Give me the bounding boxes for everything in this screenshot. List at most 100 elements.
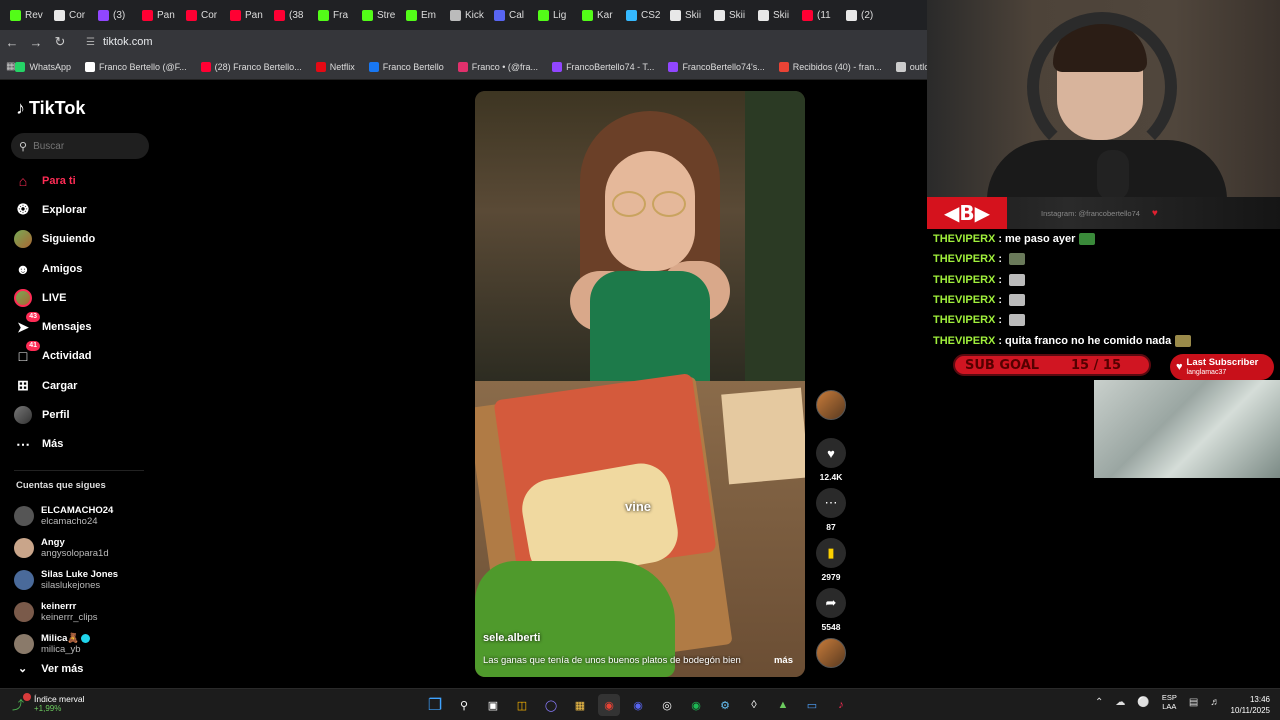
browser-tab[interactable]: Kar bbox=[576, 3, 620, 27]
browser-tab[interactable]: Rev bbox=[4, 3, 48, 27]
bookmark-favicon-icon bbox=[668, 61, 679, 72]
chevron-up-icon[interactable]: ⌃ bbox=[1095, 697, 1103, 708]
bookmark-item[interactable]: Franco Bertello (@F... bbox=[84, 61, 187, 72]
store-icon[interactable]: ◫ bbox=[511, 694, 533, 716]
browser-tab[interactable]: Fra bbox=[312, 3, 356, 27]
nav-actividad[interactable]: □ 41 Actividad bbox=[14, 341, 154, 371]
chrome-icon[interactable]: ◉ bbox=[598, 694, 620, 716]
nav-amigos[interactable]: ☻ Amigos bbox=[14, 254, 154, 283]
ver-mas-button[interactable]: ⌄ Ver más bbox=[18, 662, 83, 676]
video-actions: ♥ 12.4K ⋯ 87 ▮ 2979 ➦ 5548 bbox=[812, 390, 850, 674]
back-icon[interactable]: ← bbox=[0, 30, 24, 54]
nav-siguiendo[interactable]: Siguiendo bbox=[14, 225, 154, 254]
comment-button[interactable]: ⋯ 87 bbox=[812, 488, 850, 532]
gaming-app-icon[interactable]: ▲ bbox=[772, 694, 794, 716]
remote-desktop-icon[interactable]: ▭ bbox=[801, 694, 823, 716]
bookmark-item[interactable]: Recibidos (40) - fran... bbox=[778, 61, 882, 72]
stream-logo: ◀B▶ bbox=[927, 197, 1007, 229]
like-count: 12.4K bbox=[819, 472, 843, 482]
tab-favicon-icon bbox=[494, 9, 505, 21]
tab-favicon-icon bbox=[538, 9, 549, 21]
start-menu-icon[interactable]: ❐ bbox=[424, 694, 446, 716]
cloud-icon[interactable]: ☁ bbox=[1115, 697, 1125, 708]
apps-grid-icon[interactable]: ▦ bbox=[6, 55, 15, 79]
browser-tab[interactable]: (2) bbox=[840, 3, 884, 27]
sound-avatar[interactable] bbox=[812, 638, 850, 668]
nav-explorar[interactable]: ❂ Explorar bbox=[14, 195, 154, 224]
search-box[interactable]: ⚲ bbox=[11, 133, 149, 159]
bookmark-item[interactable]: outlook bbox=[895, 61, 927, 72]
nav-para-ti[interactable]: ⌂ Para ti bbox=[14, 166, 154, 195]
browser-tab[interactable]: Kick bbox=[444, 3, 488, 27]
tab-label: Stre bbox=[377, 9, 396, 21]
spotify-icon[interactable]: ◉ bbox=[685, 694, 707, 716]
browser-tab[interactable]: Pan bbox=[224, 3, 268, 27]
following-account[interactable]: Silas Luke Jones silaslukejones bbox=[14, 564, 164, 596]
following-account[interactable]: ELCAMACHO24 elcamacho24 bbox=[14, 500, 164, 532]
bookmark-item[interactable]: (28) Franco Bertello... bbox=[200, 61, 302, 72]
cortana-icon[interactable]: ◯ bbox=[540, 694, 562, 716]
reload-icon[interactable]: ↻ bbox=[48, 30, 72, 54]
language-indicator[interactable]: ESP LAA bbox=[1162, 693, 1177, 711]
share-button[interactable]: ➦ 5548 bbox=[812, 588, 850, 632]
bookmark-item[interactable]: Franco • (@fra... bbox=[457, 61, 538, 72]
browser-tab[interactable]: Cal bbox=[488, 3, 532, 27]
search-icon[interactable]: ⚲ bbox=[453, 694, 475, 716]
chat-text: quita franco no he comido nada bbox=[1005, 334, 1172, 347]
site-settings-icon[interactable]: ☰ bbox=[86, 37, 95, 48]
nav-cargar[interactable]: ⊞ Cargar bbox=[14, 371, 154, 400]
browser-tab[interactable]: (38 bbox=[268, 3, 312, 27]
save-button[interactable]: ▮ 2979 bbox=[812, 538, 850, 582]
following-account[interactable]: keinerrr keinerrr_clips bbox=[14, 596, 164, 628]
browser-tab[interactable]: Em bbox=[400, 3, 444, 27]
tiktok-app-icon[interactable]: ♪ bbox=[830, 694, 852, 716]
file-explorer-icon[interactable]: ▦ bbox=[569, 694, 591, 716]
task-view-icon[interactable]: ▣ bbox=[482, 694, 504, 716]
browser-tab[interactable]: (3) bbox=[92, 3, 136, 27]
nav-perfil[interactable]: Perfil bbox=[14, 400, 154, 429]
tab-label: Kar bbox=[597, 9, 613, 21]
following-account[interactable]: Milica🧸 milica_yb bbox=[14, 628, 164, 660]
nav-mensajes[interactable]: ➤ 43 Mensajes bbox=[14, 312, 154, 341]
browser-tab[interactable]: Cor bbox=[180, 3, 224, 27]
browser-tab[interactable]: Pan bbox=[136, 3, 180, 27]
search-input[interactable] bbox=[33, 140, 134, 152]
browser-tab[interactable]: Stre bbox=[356, 3, 400, 27]
discord-icon[interactable]: ◉ bbox=[627, 694, 649, 716]
browser-tab[interactable]: Skii bbox=[752, 3, 796, 27]
bookmark-item[interactable]: FrancoBertello74's... bbox=[668, 61, 765, 72]
clock[interactable]: 13:46 10/11/2025 bbox=[1226, 694, 1270, 716]
network-icon[interactable]: ▤ bbox=[1189, 697, 1198, 708]
browser-tab[interactable]: Skii bbox=[664, 3, 708, 27]
bookmark-item[interactable]: Franco Bertello bbox=[368, 61, 444, 72]
stock-widget[interactable]: ⤴ Índice merval +1,99% bbox=[12, 692, 85, 713]
like-button[interactable]: ♥ 12.4K bbox=[812, 438, 850, 482]
stream-brand-bar: ◀B▶ Instagram: @francobertello74 ♥ bbox=[927, 197, 1280, 229]
tab-favicon-icon bbox=[406, 9, 417, 21]
browser-tab[interactable]: CS2 bbox=[620, 3, 664, 27]
browser-tab[interactable]: Cor bbox=[48, 3, 92, 27]
messages-icon: ➤ 43 bbox=[14, 312, 40, 336]
bookmark-item[interactable]: FrancoBertello74 - T... bbox=[552, 61, 654, 72]
volume-icon[interactable]: ♬ bbox=[1210, 697, 1220, 708]
url-field[interactable]: ☰ tiktok.com bbox=[86, 36, 152, 48]
browser-tab[interactable]: (11 bbox=[796, 3, 840, 27]
chat-separator: : bbox=[998, 294, 1003, 307]
video-author[interactable]: sele.alberti bbox=[483, 632, 540, 644]
bookmark-item[interactable]: Netflix bbox=[315, 61, 355, 72]
browser-tab[interactable]: Lig bbox=[532, 3, 576, 27]
nav-mas[interactable]: ⋯ Más bbox=[14, 430, 154, 459]
microphone-icon[interactable]: ⚪ bbox=[1137, 697, 1149, 708]
forward-icon[interactable]: → bbox=[24, 30, 48, 54]
network-app-icon[interactable]: ◊ bbox=[743, 694, 765, 716]
following-account[interactable]: Angy angysolopara1d bbox=[14, 532, 164, 564]
nav-live[interactable]: LIVE bbox=[14, 283, 154, 312]
creator-avatar[interactable] bbox=[812, 390, 850, 420]
obs-icon[interactable]: ◎ bbox=[656, 694, 678, 716]
video-player[interactable]: vine sele.alberti Las ganas que tenía de… bbox=[475, 91, 805, 677]
video-more-link[interactable]: más bbox=[774, 655, 793, 666]
tiktok-logo[interactable]: ♪ TikTok bbox=[16, 98, 85, 119]
bookmark-item[interactable]: WhatsApp bbox=[15, 61, 71, 72]
browser-tab[interactable]: Skii bbox=[708, 3, 752, 27]
steam-icon[interactable]: ⚙ bbox=[714, 694, 736, 716]
